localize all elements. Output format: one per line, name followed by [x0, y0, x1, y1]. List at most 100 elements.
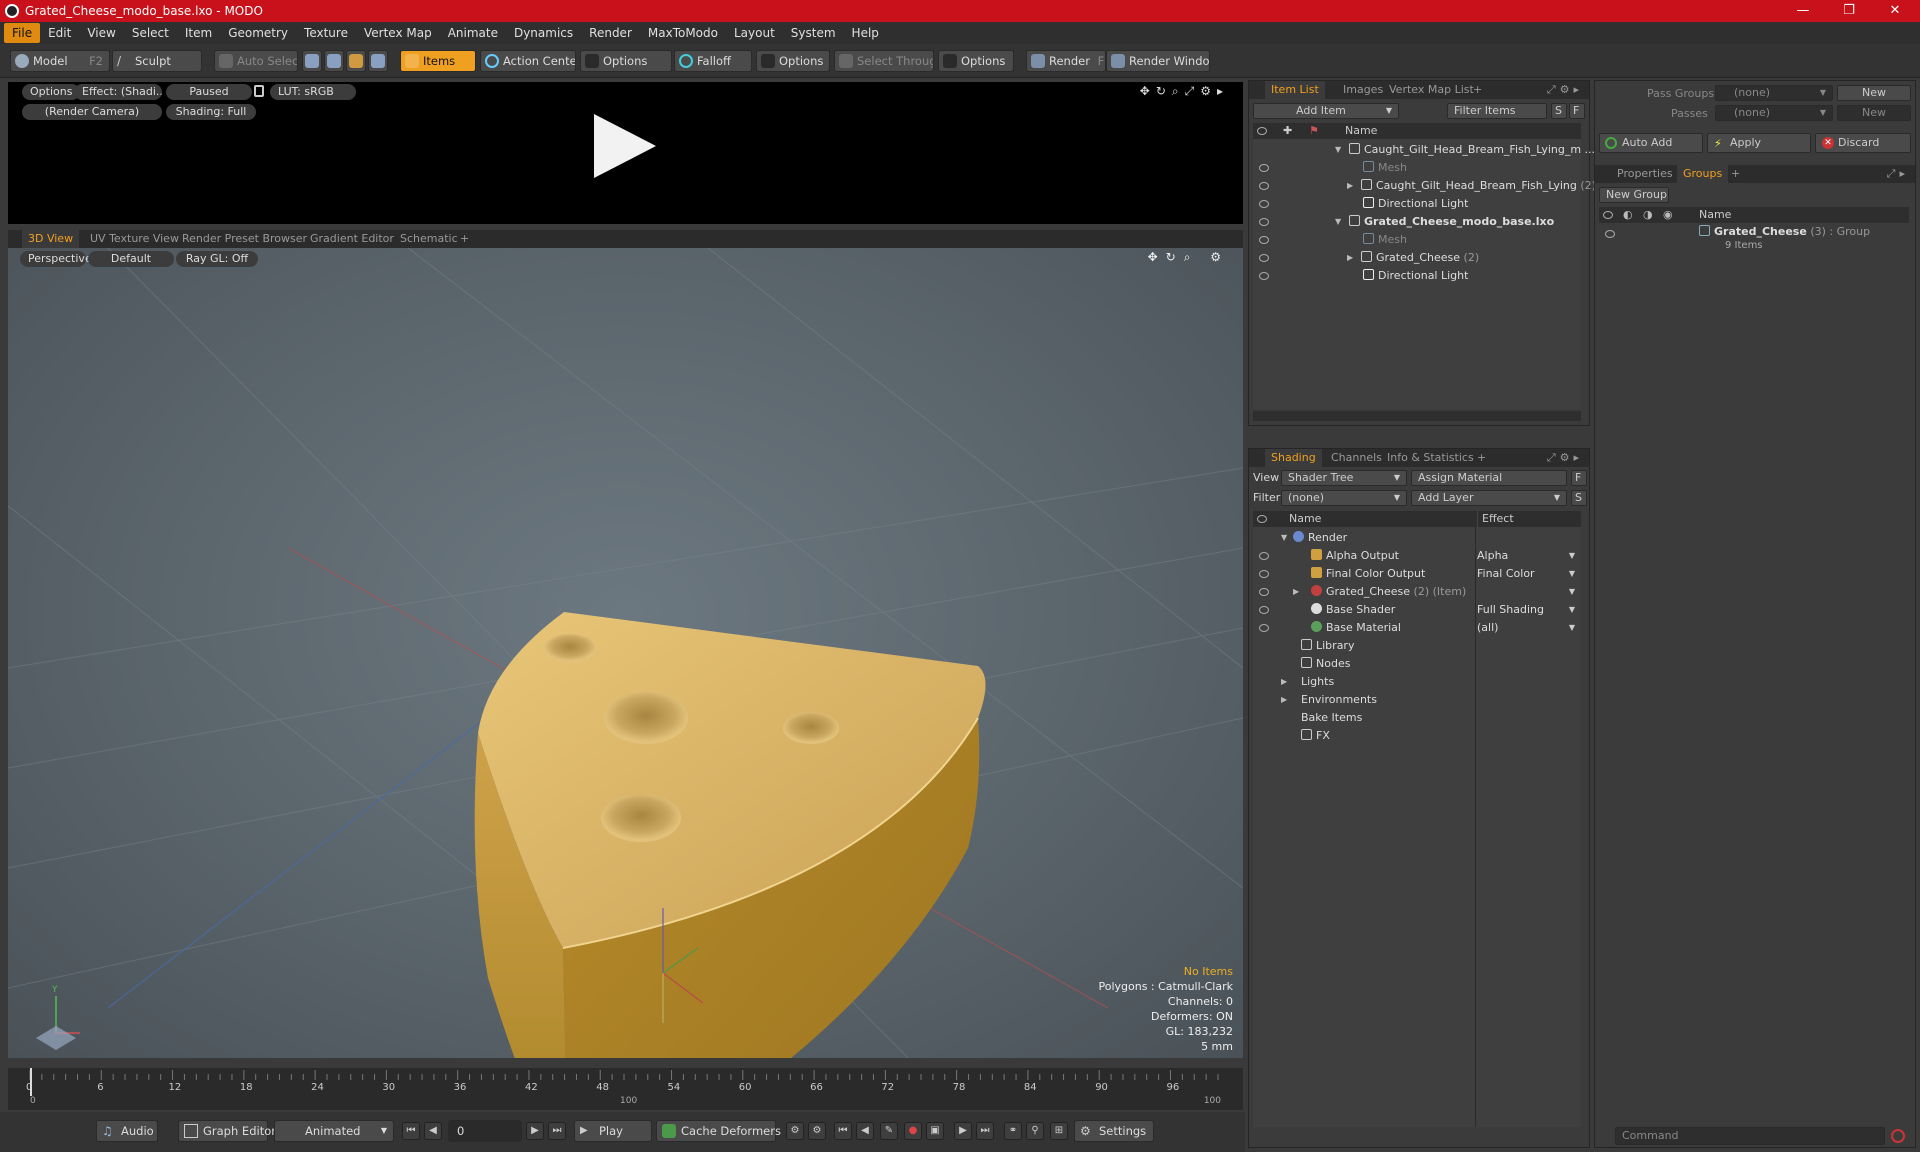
key-option-icon[interactable]: ⊞ — [1050, 1122, 1068, 1140]
key-end-icon[interactable]: ⏭ — [976, 1122, 994, 1140]
filter-dropdown[interactable]: (none) ▼ — [1281, 490, 1407, 506]
panel-controls-icons[interactable]: ⤢▸ — [1881, 165, 1915, 183]
pass-groups-dropdown[interactable]: (none) ▼ — [1715, 85, 1833, 101]
tab-item-list[interactable]: Item List — [1265, 81, 1325, 99]
add-panel-tab-button[interactable]: + — [1725, 165, 1746, 183]
visibility-eye-icon[interactable] — [1259, 588, 1269, 596]
menu-animate[interactable]: Animate — [440, 23, 506, 43]
new-pass-button[interactable]: New — [1837, 105, 1911, 121]
render-window-button[interactable]: Render Window — [1106, 50, 1210, 72]
key-back-icon[interactable]: ◀ — [856, 1122, 874, 1140]
filter-items-input[interactable]: Filter Items — [1447, 103, 1547, 119]
list-item[interactable]: Mesh — [1253, 159, 1581, 177]
expand-arrow-icon[interactable]: ▶ — [1281, 673, 1287, 691]
group-row[interactable]: Grated_Cheese (3) : Group 9 Items — [1599, 225, 1909, 255]
minimize-button[interactable]: — — [1780, 0, 1826, 22]
preview-camera-dropdown[interactable]: (Render Camera) — [22, 104, 162, 120]
key-link-icon[interactable]: ⚭ — [1004, 1122, 1022, 1140]
add-panel-tab-button[interactable]: + — [1471, 449, 1492, 467]
skip-start-button[interactable]: ⏮ — [402, 1122, 420, 1140]
visibility-eye-icon[interactable] — [1259, 552, 1269, 560]
auto-add-button[interactable]: Auto Add — [1599, 133, 1703, 153]
list-item[interactable]: Bake Items — [1253, 709, 1581, 727]
new-group-button[interactable]: New Group — [1599, 187, 1669, 203]
play-button[interactable]: ▶ Play — [574, 1120, 652, 1142]
new-pass-group-button[interactable]: New — [1837, 85, 1911, 101]
timeline-range-bar[interactable]: 0 100 100 — [8, 1096, 1243, 1110]
menu-texture[interactable]: Texture — [296, 23, 356, 43]
visibility-eye-icon[interactable] — [1259, 254, 1269, 262]
list-item[interactable]: Directional Light — [1253, 267, 1581, 285]
tab-channels[interactable]: Channels — [1325, 449, 1388, 467]
model-mode-button[interactable]: Model F2 — [10, 50, 110, 72]
menu-layout[interactable]: Layout — [726, 23, 783, 43]
render-button[interactable]: Render F9 — [1026, 50, 1106, 72]
list-item[interactable]: ▶ Environments — [1253, 691, 1581, 709]
settings-button[interactable]: ⚙ Settings — [1074, 1120, 1154, 1142]
menu-geometry[interactable]: Geometry — [220, 23, 296, 43]
assign-material-button[interactable]: Assign Material — [1411, 470, 1567, 486]
preview-effect-dropdown[interactable]: Effect: (Shadi... — [74, 84, 162, 100]
visibility-eye-icon[interactable] — [1259, 606, 1269, 614]
auto-select-button[interactable]: Auto Select — [214, 50, 298, 72]
lock-icon[interactable] — [254, 85, 264, 97]
list-item[interactable]: Nodes — [1253, 655, 1581, 673]
add-tab-button[interactable]: + — [454, 230, 475, 248]
falloff-options-button[interactable]: Options — [756, 50, 830, 72]
key-tool-icon-1[interactable]: ⚙ — [786, 1122, 804, 1140]
maximize-button[interactable]: ❐ — [1826, 0, 1872, 22]
list-item[interactable]: FX — [1253, 727, 1581, 745]
viewport-nav-icons[interactable]: ✥↻⌕ ⚙ — [1148, 250, 1229, 265]
expand-arrow-icon[interactable]: ▶ — [1293, 583, 1299, 601]
falloff-button[interactable]: Falloff — [674, 50, 752, 72]
menu-file[interactable]: File — [4, 23, 41, 43]
record-icon[interactable]: ● — [904, 1122, 922, 1140]
list-item[interactable]: ▶ Grated_Cheese (2) (Item) ▼ — [1253, 583, 1581, 601]
menu-help[interactable]: Help — [844, 23, 887, 43]
preview-options-button[interactable]: Options — [22, 84, 81, 100]
tab-3d-view[interactable]: 3D View — [22, 230, 80, 248]
prev-key-button[interactable]: ◀ — [424, 1122, 442, 1140]
horizontal-scrollbar[interactable] — [1253, 411, 1581, 421]
preview-lut-dropdown[interactable]: LUT: sRGB — [270, 84, 356, 100]
tab-vertex-map-list[interactable]: Vertex Map List — [1383, 81, 1480, 99]
tab-info-statistics[interactable]: Info & Statistics — [1381, 449, 1480, 467]
add-layer-dropdown[interactable]: Add Layer ▼ — [1411, 490, 1567, 506]
list-item[interactable]: ▼ Render — [1253, 529, 1581, 547]
menu-render[interactable]: Render — [581, 23, 640, 43]
filter-f-button[interactable]: F — [1569, 103, 1585, 119]
playhead[interactable] — [30, 1068, 32, 1096]
perspective-dropdown[interactable]: Perspective — [20, 251, 92, 267]
shading-s-button[interactable]: S — [1571, 490, 1587, 506]
preview-nav-icons[interactable]: ✥↻⌕⤢⚙▸ — [1140, 84, 1229, 99]
visibility-eye-icon[interactable] — [1259, 236, 1269, 244]
menu-system[interactable]: System — [783, 23, 844, 43]
list-item[interactable]: Alpha Output Alpha ▼ — [1253, 547, 1581, 565]
expand-arrow-icon[interactable]: ▶ — [1281, 691, 1287, 709]
list-item[interactable]: ▶ Lights — [1253, 673, 1581, 691]
cheese-model[interactable] — [474, 612, 986, 1058]
add-item-dropdown[interactable]: Add Item ▼ — [1253, 103, 1399, 119]
key-prev-icon[interactable]: ⏮ — [834, 1122, 852, 1140]
menu-vertex-map[interactable]: Vertex Map — [356, 23, 440, 43]
collapse-arrow-icon[interactable]: ▼ — [1335, 141, 1341, 159]
cache-deformers-button[interactable]: Cache Deformers — [656, 1120, 781, 1142]
expand-arrow-icon[interactable]: ▶ — [1347, 177, 1353, 195]
list-item[interactable]: Base Material (all) ▼ — [1253, 619, 1581, 637]
apply-button[interactable]: ⚡ Apply — [1707, 133, 1811, 153]
audio-button[interactable]: ♫ Audio — [96, 1120, 158, 1142]
list-item[interactable]: ▼ Grated_Cheese_modo_base.lxo — [1253, 213, 1581, 231]
next-frame-button[interactable]: ▶ — [526, 1122, 544, 1140]
passes-dropdown[interactable]: (none) ▼ — [1715, 105, 1833, 121]
visibility-eye-icon[interactable] — [1259, 200, 1269, 208]
tab-uv-texture-view[interactable]: UV Texture View — [84, 230, 185, 248]
timeline[interactable]: 0 6 12 18 24 30 36 42 48 54 60 66 72 78 84 90 96 0 100 1… — [8, 1068, 1243, 1110]
expand-arrow-icon[interactable]: ▶ — [1347, 249, 1353, 267]
menu-edit[interactable]: Edit — [40, 23, 79, 43]
menu-item[interactable]: Item — [177, 23, 220, 43]
select-through-button[interactable]: Select Through — [834, 50, 934, 72]
tab-gradient-editor[interactable]: Gradient Editor — [304, 230, 400, 248]
sculpt-mode-button[interactable]: / Sculpt — [112, 50, 202, 72]
tab-groups[interactable]: Groups — [1677, 165, 1729, 183]
command-record-icon[interactable] — [1891, 1129, 1905, 1143]
